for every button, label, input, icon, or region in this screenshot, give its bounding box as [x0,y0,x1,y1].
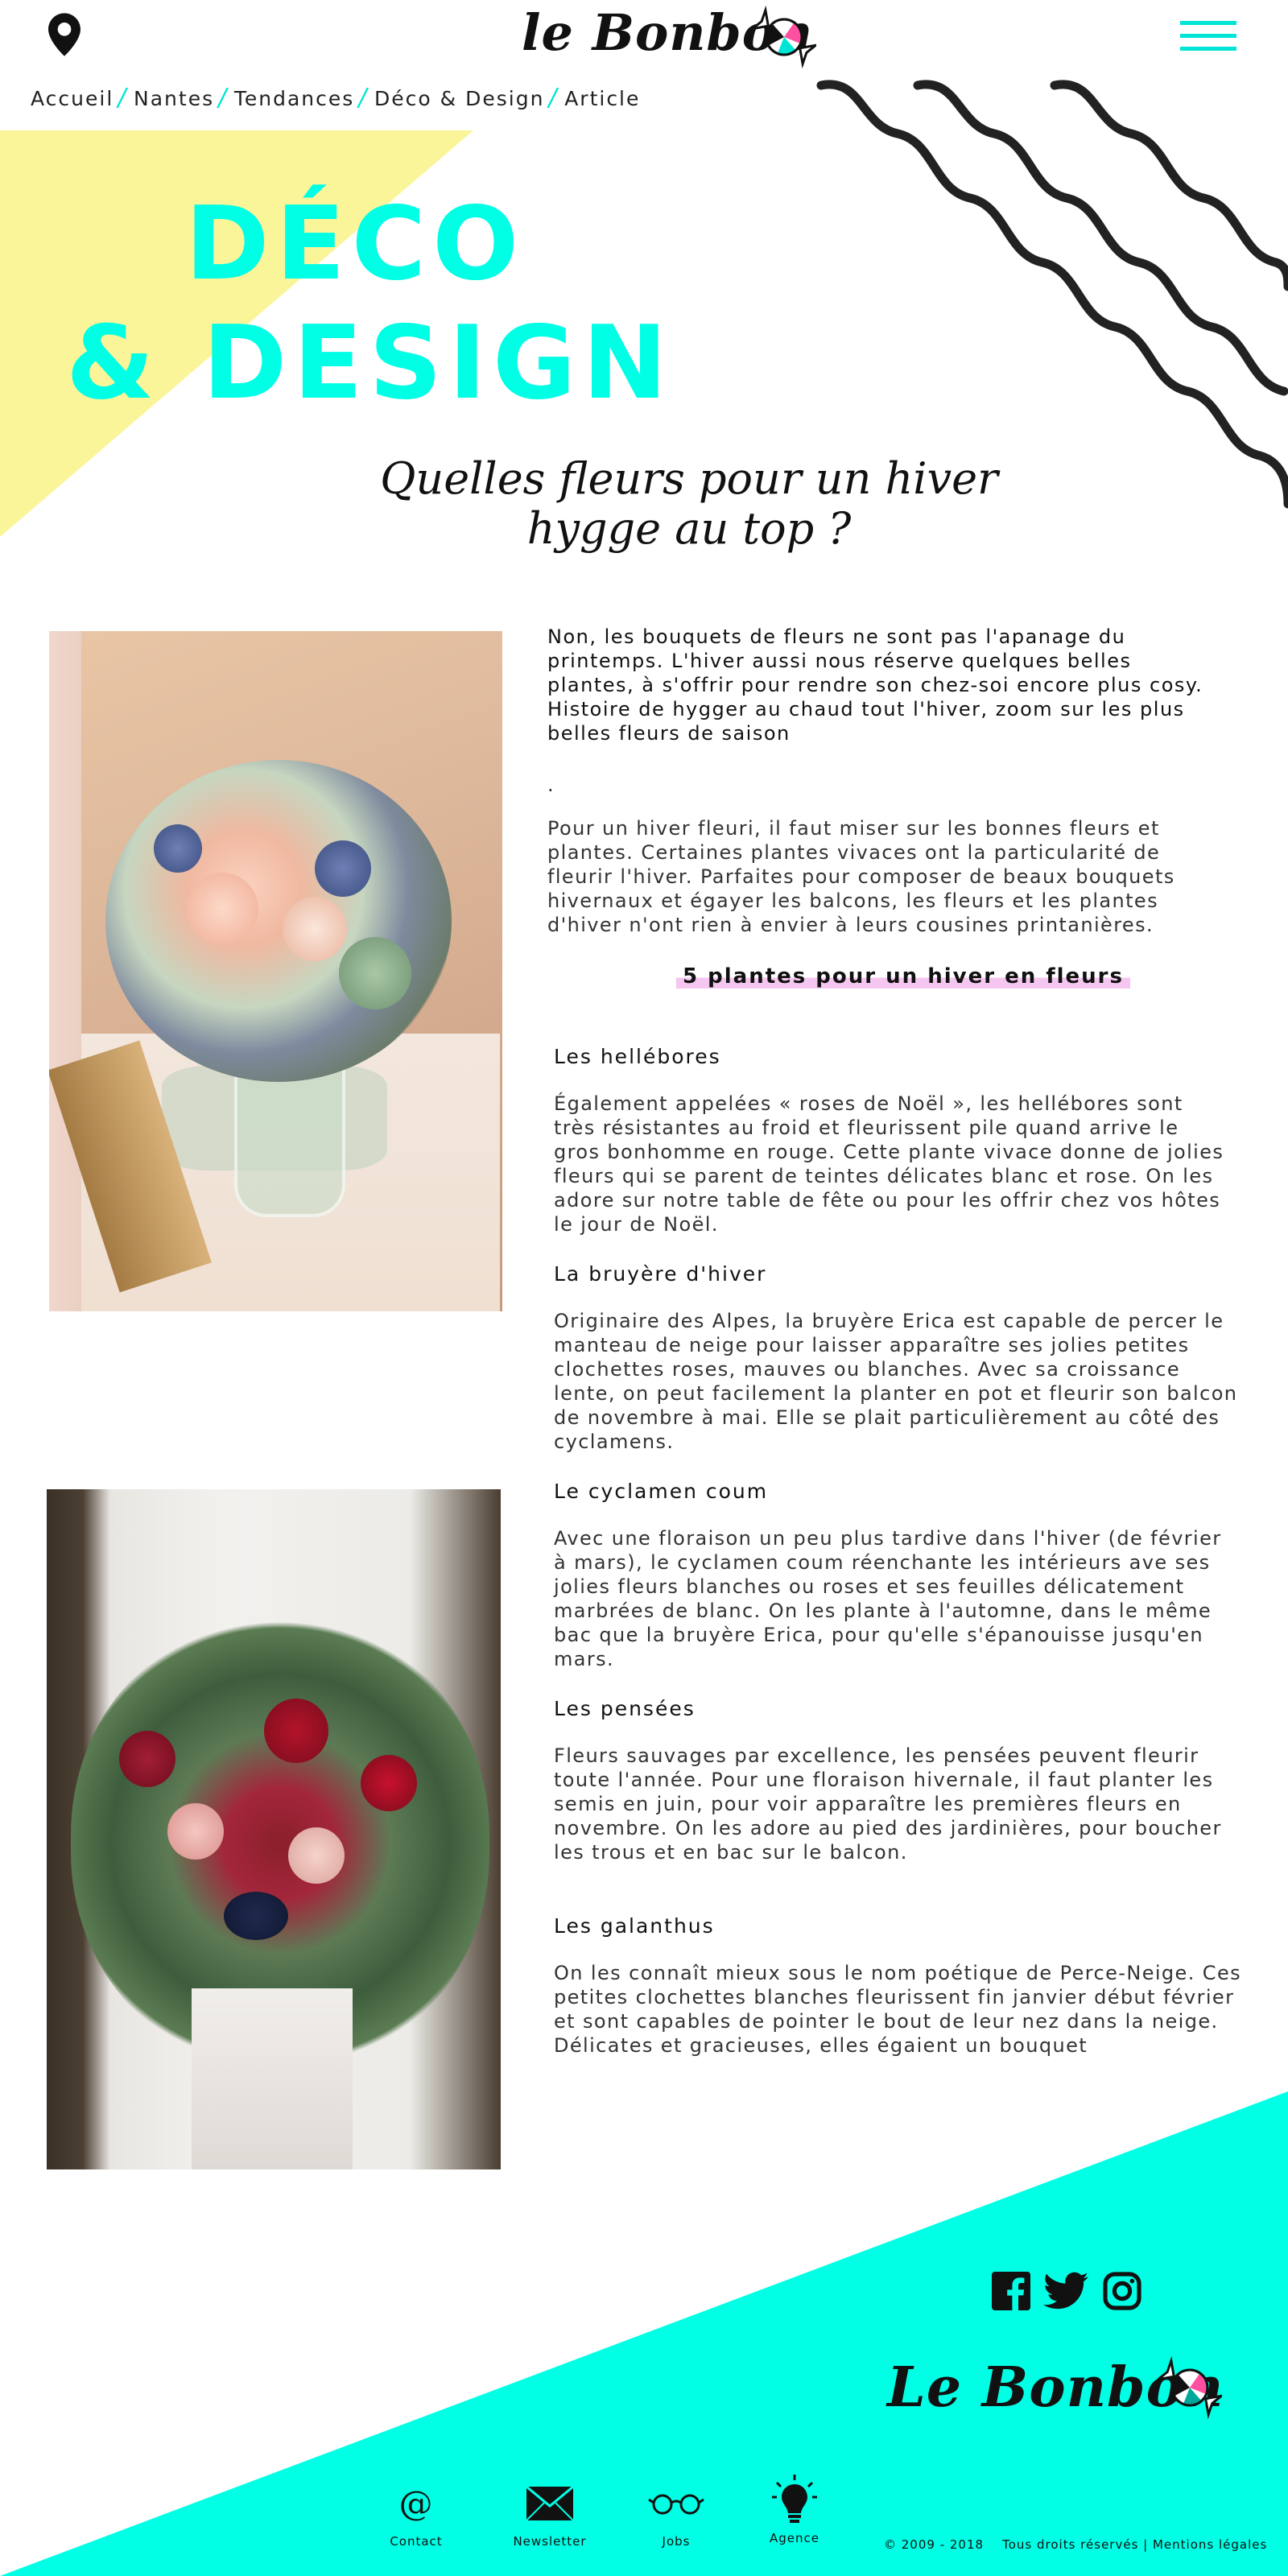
section-highlight-heading: 5 plantes pour un hiver en fleurs [676,964,1130,989]
category-title-line2: & DESIGN [66,303,674,422]
candy-icon [752,5,816,69]
section-title-bruyere: La bruyère d'hiver [554,1262,767,1286]
bouquet-photo-2 [47,1489,501,2169]
section-title-helleboes: Les hellébores [554,1045,721,1068]
breadcrumb-accueil[interactable]: Accueil [31,87,114,110]
footer-logo[interactable]: Le Bonbon [887,2355,1225,2420]
breadcrumb-article: Article [564,87,641,110]
site-logo[interactable]: le Bonbon [522,0,828,72]
footer-link-label: Newsletter [513,2534,587,2549]
section-text-cyclamen: Avec une floraison un peu plus tardive d… [554,1527,1222,1670]
section-title-galanthus: Les galanthus [554,1914,715,1938]
site-header: le Bonbon [0,0,1288,77]
glasses-icon [624,2479,729,2528]
article-title-line2: hygge au top ? [526,503,852,554]
footer-link-agence[interactable]: Agence [742,2475,847,2545]
breadcrumb-separator: / [548,84,565,112]
article-title-line1: Quelles fleurs pour un hiver [380,453,998,504]
envelope-icon [497,2479,602,2528]
lightbulb-icon [742,2475,847,2528]
breadcrumb-nantes[interactable]: Nantes [134,87,214,110]
breadcrumb-tendances[interactable]: Tendances [234,87,354,110]
instagram-icon[interactable] [1103,2272,1141,2310]
section-text-galanthus: On les connaît mieux sous le nom poétiqu… [554,1962,1242,2057]
bouquet-photo-1 [49,631,502,1311]
location-pin-icon[interactable] [48,13,80,56]
breadcrumb-deco-design[interactable]: Déco & Design [374,87,544,110]
hamburger-menu-icon[interactable] [1180,21,1236,53]
article-title: Quelles fleurs pour un hiver hygge au to… [322,454,1056,554]
at-sign-icon: @ [398,2483,434,2523]
social-links [990,2270,1151,2310]
footer-legal[interactable]: © 2009 - 2018 Tous droits réservés | Men… [884,2537,1267,2552]
twitter-icon[interactable] [1043,2272,1088,2310]
breadcrumb: Accueil / Nantes / Tendances / Déco & De… [31,84,640,114]
breadcrumb-separator: / [218,84,234,112]
footer-link-jobs[interactable]: Jobs [624,2479,729,2549]
breadcrumb-separator: / [118,84,134,112]
footer-link-newsletter[interactable]: Newsletter [497,2479,602,2549]
section-text-pensees: Fleurs sauvages par excellence, les pens… [554,1744,1222,1864]
candy-icon [1158,2355,1222,2420]
section-title-pensees: Les pensées [554,1697,696,1720]
footer-link-label: Contact [390,2534,443,2549]
footer-link-contact[interactable]: @ Contact [364,2479,469,2549]
category-title-line1: DÉCO [185,184,526,303]
article-intro: Non, les bouquets de fleurs ne sont pas … [547,625,1203,745]
footer-link-label: Jobs [662,2534,691,2549]
highlight-text: 5 plantes pour un hiver en fleurs [676,964,1130,989]
section-text-helleboes: Également appelées « roses de Noël », le… [554,1092,1224,1236]
section-text-bruyere: Originaire des Alpes, la bruyère Erica e… [554,1310,1238,1453]
footer-link-label: Agence [770,2531,819,2545]
facebook-icon[interactable] [992,2272,1030,2310]
article-paragraph-1: Pour un hiver fleuri, il faut miser sur … [547,817,1175,936]
article-dot: . [547,774,555,796]
breadcrumb-separator: / [358,84,375,112]
section-title-cyclamen: Le cyclamen coum [554,1480,769,1503]
